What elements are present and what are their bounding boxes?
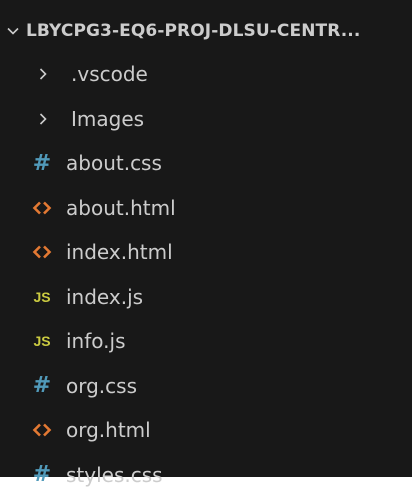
chevron-right-icon	[31, 62, 55, 86]
tree-item-label: .vscode	[71, 62, 148, 86]
project-folder-header[interactable]: LBYCPG3-EQ6-PROJ-DLSU-CENTR...	[0, 18, 412, 44]
file-tree: .vscode Images # about.css abo	[0, 52, 412, 497]
html-file-icon	[30, 240, 54, 264]
tree-item-vscode-folder[interactable]: .vscode	[0, 52, 412, 97]
html-file-icon	[30, 196, 54, 220]
tree-item-index-html[interactable]: index.html	[0, 230, 412, 275]
tree-item-label: styles.css	[66, 463, 163, 487]
tree-item-org-html[interactable]: org.html	[0, 408, 412, 453]
css-file-icon: #	[30, 374, 54, 398]
tree-item-about-html[interactable]: about.html	[0, 186, 412, 231]
css-file-icon: #	[30, 463, 54, 487]
tree-item-label: Images	[71, 107, 144, 131]
project-folder-title: LBYCPG3-EQ6-PROJ-DLSU-CENTR...	[26, 21, 410, 41]
tree-item-label: index.js	[66, 285, 143, 309]
tree-item-label: about.css	[66, 151, 162, 175]
tree-item-org-css[interactable]: # org.css	[0, 364, 412, 409]
chevron-right-icon	[31, 107, 55, 131]
tree-item-label: info.js	[66, 329, 126, 353]
tree-item-label: index.html	[66, 240, 173, 264]
tree-item-index-js[interactable]: JS index.js	[0, 275, 412, 320]
tree-item-label: org.css	[66, 374, 137, 398]
tree-item-images-folder[interactable]: Images	[0, 97, 412, 142]
html-file-icon	[30, 418, 54, 442]
tree-item-styles-css[interactable]: # styles.css	[0, 453, 412, 497]
tree-item-about-css[interactable]: # about.css	[0, 141, 412, 186]
css-file-icon: #	[30, 151, 54, 175]
tree-item-label: org.html	[66, 418, 151, 442]
tree-item-label: about.html	[66, 196, 176, 220]
js-file-icon: JS	[30, 329, 54, 353]
file-explorer: LBYCPG3-EQ6-PROJ-DLSU-CENTR... .vscode I…	[0, 0, 412, 477]
chevron-down-icon[interactable]	[0, 23, 26, 39]
tree-item-info-js[interactable]: JS info.js	[0, 319, 412, 364]
js-file-icon: JS	[30, 285, 54, 309]
